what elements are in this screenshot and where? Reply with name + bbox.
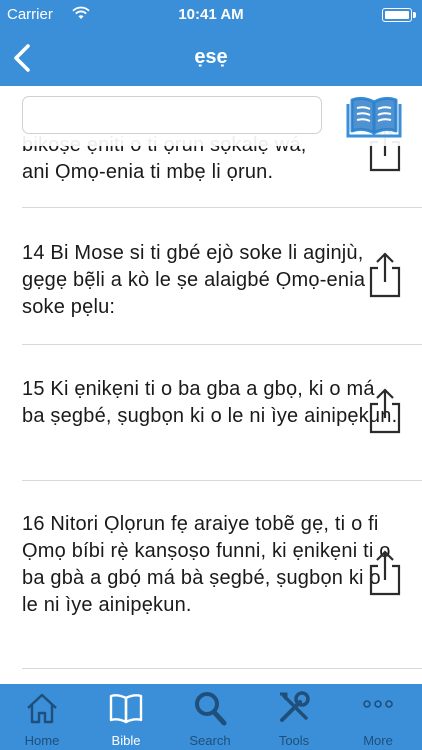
page-title: ẹsẹ — [194, 46, 228, 68]
verse-text: 15 Ki ẹnikẹni ti o ba gba a gbọ, ki o má… — [22, 378, 398, 427]
home-icon — [27, 693, 57, 724]
tab-bar: Home Bible Search Tools More — [0, 684, 422, 750]
share-icon[interactable] — [367, 550, 403, 596]
tab-label: More — [363, 733, 393, 748]
share-icon[interactable] — [367, 388, 403, 434]
divider — [22, 344, 422, 345]
verse-text: 14 Bi Mose si ti gbé ejò soke li aginjù,… — [22, 242, 366, 318]
tab-label: Tools — [278, 733, 310, 748]
nav-bar: ẹsẹ — [0, 30, 422, 86]
tab-search[interactable]: Search — [168, 684, 252, 750]
tab-label: Bible — [111, 733, 141, 748]
book-icon — [109, 694, 143, 724]
search-bar — [0, 86, 422, 146]
verse-text: 16 Nitori Ọlọrun fẹ araiye tobẽ gẹ, ti o… — [22, 513, 391, 616]
divider — [22, 207, 422, 208]
verse-item: 16 Nitori Ọlọrun fẹ araiye tobẽ gẹ, ti o… — [22, 511, 402, 619]
status-time: 10:41 AM — [178, 6, 244, 23]
share-icon[interactable] — [367, 252, 403, 298]
open-book-icon[interactable] — [345, 96, 403, 140]
verse-text: ani Ọmọ-enia ti mbẹ li ọrun. — [22, 161, 274, 183]
tab-bible[interactable]: Bible — [84, 684, 168, 750]
verse-list[interactable]: bikoṣe ẹniti o ti ọrun sọkalẹ wá, ani Ọm… — [0, 86, 422, 684]
tab-more[interactable]: More — [336, 684, 420, 750]
tools-icon — [280, 691, 310, 722]
tab-tools[interactable]: Tools — [252, 684, 336, 750]
tab-label: Search — [189, 733, 231, 748]
tab-label: Home — [24, 733, 60, 748]
search-icon — [195, 692, 227, 726]
divider — [22, 668, 422, 669]
verse-item: 14 Bi Mose si ti gbé ejò soke li aginjù,… — [22, 240, 402, 321]
battery-icon — [382, 8, 416, 22]
tab-home[interactable]: Home — [0, 684, 84, 750]
more-icon — [363, 700, 393, 708]
search-input[interactable] — [22, 96, 322, 134]
verse-item: 15 Ki ẹnikẹni ti o ba gba a gbọ, ki o má… — [22, 376, 402, 430]
status-bar: Carrier 10:41 AM — [0, 0, 422, 30]
divider — [22, 480, 422, 481]
